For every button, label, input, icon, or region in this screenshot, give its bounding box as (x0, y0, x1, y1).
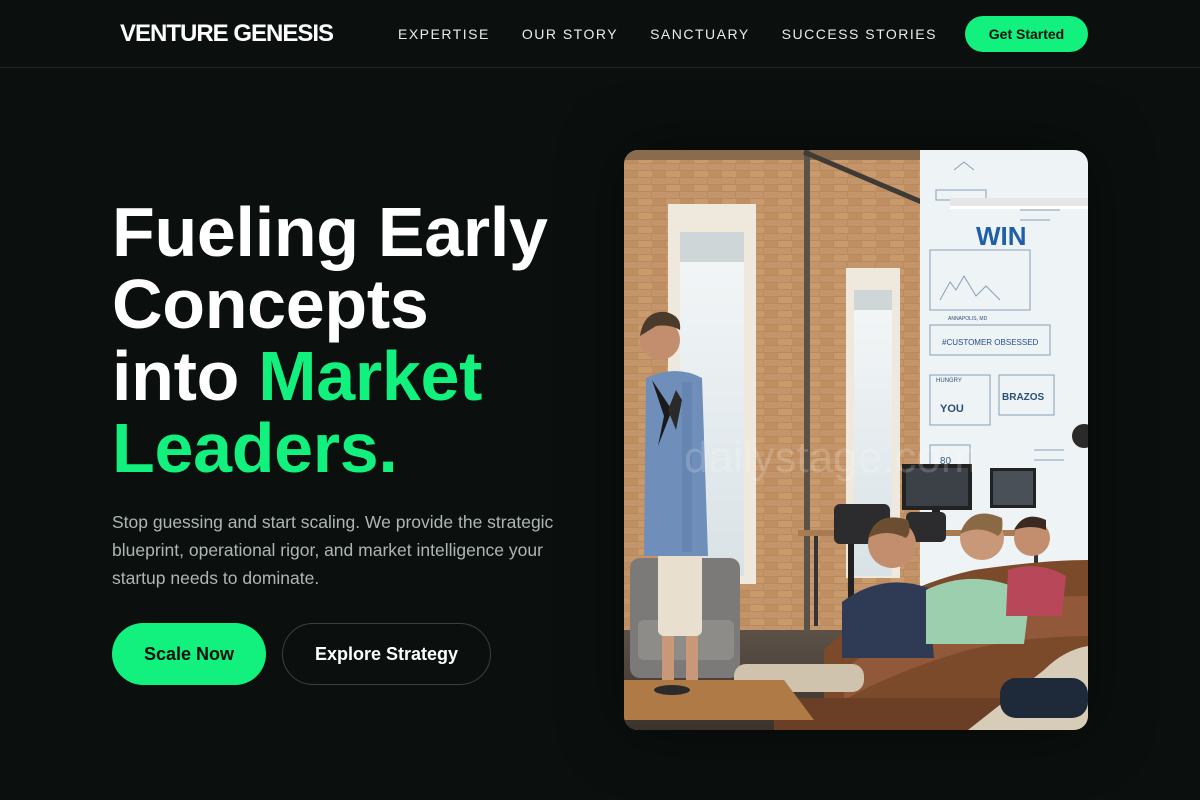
photo-watermark: dailystage.com (684, 433, 977, 482)
mural-customer-text: #CUSTOMER OBSESSED (942, 338, 1039, 347)
mural-city-text: ANNAPOLIS, MD (948, 316, 988, 322)
hero-headline: Fueling Early Concepts into Market Leade… (112, 196, 592, 484)
headline-accent-market: Market (258, 337, 483, 415)
hero-office-photo: WIN #CUSTOMER OBSESSED ANNAPOLIS, MD HUN… (624, 150, 1088, 730)
hero-subtext: Stop guessing and start scaling. We prov… (112, 512, 554, 588)
site-header: VENTURE GENESIS EXPERTISE OUR STORY SANC… (0, 0, 1200, 68)
nav-item-sanctuary[interactable]: SANCTUARY (650, 24, 750, 44)
headline-line-2: Concepts (112, 265, 429, 343)
mural-you-text: YOU (940, 403, 964, 415)
headline-plain-part: into (112, 337, 259, 415)
explore-strategy-button[interactable]: Explore Strategy (282, 623, 491, 685)
mural-win-text: WIN (976, 221, 1027, 251)
nav-item-expertise[interactable]: EXPERTISE (398, 24, 490, 44)
headline-line-3: into Market (112, 337, 482, 415)
brand-logo[interactable]: VENTURE GENESIS (120, 19, 334, 49)
mural-brazos-text: BRAZOS (1002, 392, 1045, 403)
nav-item-success-stories[interactable]: SUCCESS STORIES (782, 24, 937, 44)
main-nav: EXPERTISE OUR STORY SANCTUARY SUCCESS ST… (398, 24, 937, 44)
mural-hungry-text: HUNGRY (936, 378, 962, 384)
scale-now-button[interactable]: Scale Now (112, 623, 266, 685)
headline-line-1: Fueling Early (112, 193, 548, 271)
get-started-button[interactable]: Get Started (965, 16, 1088, 52)
headline-accent-leaders: Leaders. (112, 409, 398, 487)
nav-item-our-story[interactable]: OUR STORY (522, 24, 618, 44)
